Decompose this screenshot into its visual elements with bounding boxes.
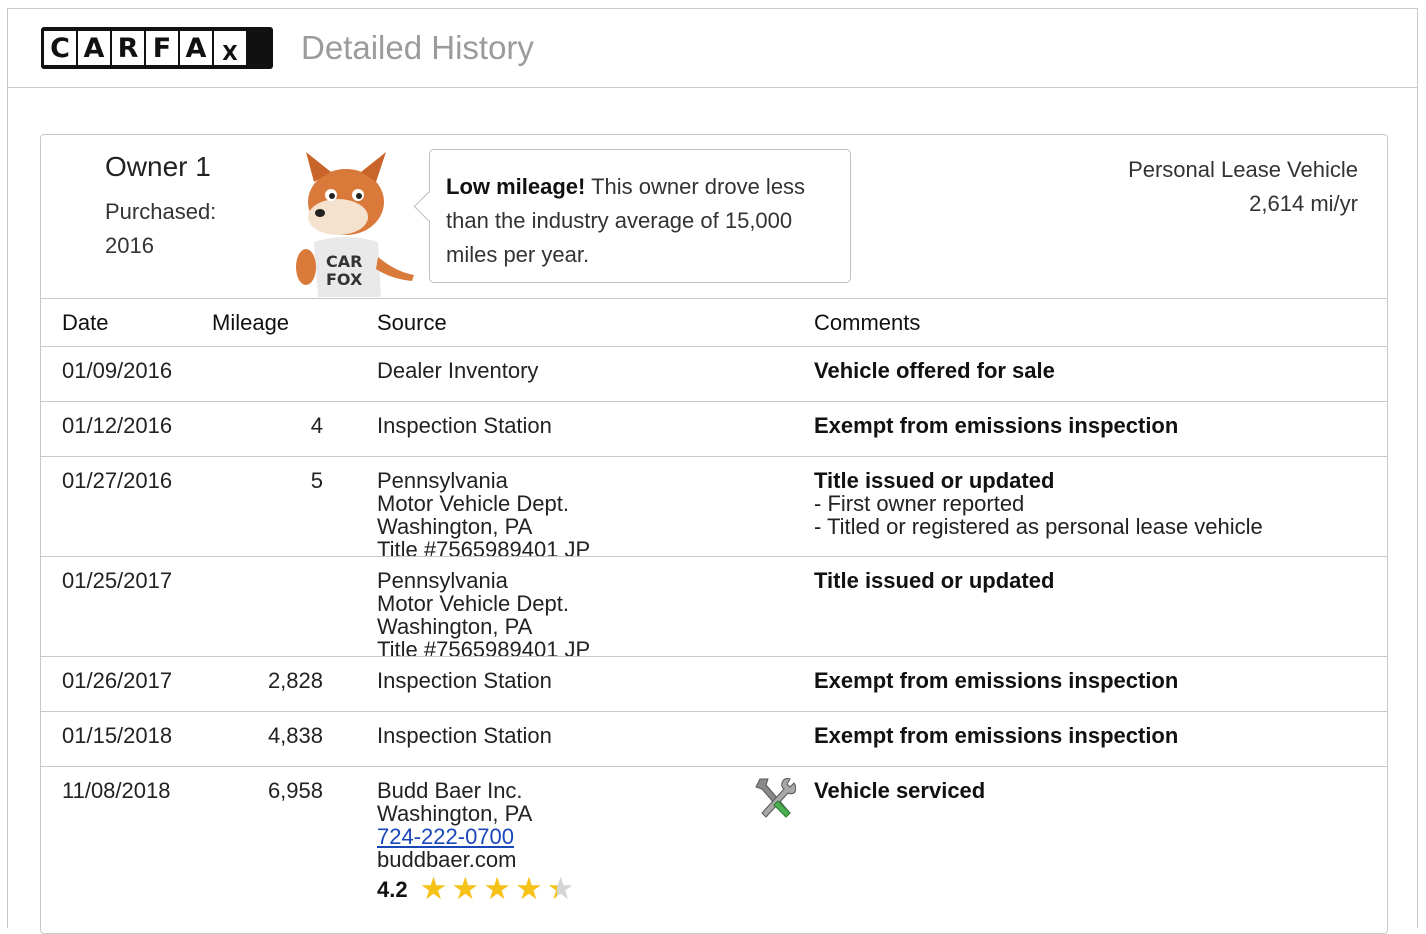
owner-title: Owner 1 bbox=[105, 151, 211, 182]
row-comments: Vehicle offered for sale bbox=[814, 359, 1055, 382]
row-mileage: 2,828 bbox=[267, 668, 323, 693]
source-line: Pennsylvania bbox=[377, 568, 508, 593]
purchased-year: 2016 bbox=[105, 233, 154, 258]
source-line: Washington, PA bbox=[377, 614, 533, 639]
logo-letter: X bbox=[214, 31, 246, 65]
source-line: Dealer Inventory bbox=[377, 358, 539, 383]
source-line: Motor Vehicle Dept. bbox=[377, 591, 569, 616]
star-icon: ★ bbox=[514, 871, 543, 906]
table-row: 11/08/2018 6,958 Budd Baer Inc. Washingt… bbox=[41, 766, 1387, 907]
row-date: 11/08/2018 bbox=[62, 778, 171, 803]
table-row: 01/12/2016 4 Inspection Station Exempt f… bbox=[41, 401, 1387, 456]
header-comments: Comments bbox=[814, 310, 921, 335]
row-source: Inspection Station bbox=[377, 724, 552, 747]
source-line: Washington, PA bbox=[377, 801, 533, 826]
row-source: Inspection Station bbox=[377, 414, 552, 437]
history-table: Date Mileage Source Comments 01/09/2016 … bbox=[41, 298, 1387, 907]
table-row: 01/27/2016 5 Pennsylvania Motor Vehicle … bbox=[41, 456, 1387, 561]
row-source: Inspection Station bbox=[377, 669, 552, 692]
table-row: 01/15/2018 4,838 Inspection Station Exem… bbox=[41, 711, 1387, 766]
row-date: 01/12/2016 bbox=[62, 413, 173, 438]
row-mileage: 4,838 bbox=[267, 723, 323, 748]
source-line: Inspection Station bbox=[377, 668, 552, 693]
source-line: Pennsylvania bbox=[377, 468, 508, 493]
partial-star-icon: ★ bbox=[546, 871, 575, 906]
carfax-logo[interactable]: C A R F A X bbox=[41, 27, 273, 69]
row-date: 01/09/2016 bbox=[62, 358, 173, 383]
row-mileage: 5 bbox=[310, 468, 323, 493]
logo-letter: A bbox=[78, 31, 110, 65]
service-tools-icon bbox=[755, 778, 796, 818]
purchased-label: Purchased: bbox=[105, 199, 217, 224]
row-source: Dealer Inventory bbox=[377, 359, 538, 382]
table-row: 01/25/2017 Pennsylvania Motor Vehicle De… bbox=[41, 556, 1387, 661]
row-mileage: 6,958 bbox=[267, 778, 323, 803]
table-row: 01/09/2016 Dealer Inventory Vehicle offe… bbox=[41, 346, 1387, 401]
row-date: 01/25/2017 bbox=[62, 568, 173, 593]
logo-letter: F bbox=[146, 31, 178, 65]
report-header: C A R F A X Detailed History bbox=[8, 9, 1417, 88]
star-icon: ★ bbox=[451, 871, 480, 906]
row-source: Budd Baer Inc. Washington, PA 724-222-07… bbox=[377, 778, 575, 906]
row-date: 01/15/2018 bbox=[62, 723, 173, 748]
comment-title: Title issued or updated bbox=[814, 568, 1055, 593]
row-source: Pennsylvania Motor Vehicle Dept. Washing… bbox=[377, 569, 590, 661]
dealer-phone-link[interactable]: 724-222-0700 bbox=[377, 825, 575, 848]
comment-title: Title issued or updated bbox=[814, 468, 1055, 493]
dealer-website: buddbaer.com bbox=[377, 847, 517, 872]
report-frame: C A R F A X Detailed History Owner 1 Pur… bbox=[7, 8, 1418, 934]
logo-letter: R bbox=[112, 31, 144, 65]
rating-value: 4.2 bbox=[377, 876, 408, 902]
row-mileage: 4 bbox=[310, 413, 323, 438]
comment-title: Exempt from emissions inspection bbox=[814, 413, 1179, 438]
row-comments: Vehicle serviced bbox=[814, 779, 985, 802]
comment-title: Exempt from emissions inspection bbox=[814, 668, 1179, 693]
vehicle-type: Personal Lease Vehicle bbox=[1128, 157, 1358, 182]
header-date: Date bbox=[62, 310, 109, 335]
row-comments: Title issued or updated bbox=[814, 569, 1054, 592]
row-comments: Exempt from emissions inspection bbox=[814, 414, 1178, 437]
owner-summary: Personal Lease Vehicle 2,614 mi/yr bbox=[1128, 153, 1358, 221]
source-line: Washington, PA bbox=[377, 514, 533, 539]
comment-line: - First owner reported bbox=[814, 491, 1025, 516]
low-mileage-callout: Low mileage! This owner drove less than … bbox=[429, 149, 851, 283]
row-date: 01/26/2017 bbox=[62, 668, 173, 693]
callout-bold: Low mileage! bbox=[446, 174, 586, 199]
logo-letter: C bbox=[44, 31, 76, 65]
table-header-row: Date Mileage Source Comments bbox=[41, 298, 1387, 346]
source-line: Inspection Station bbox=[377, 413, 552, 438]
svg-text:FOX: FOX bbox=[326, 270, 363, 289]
row-source: Pennsylvania Motor Vehicle Dept. Washing… bbox=[377, 469, 590, 561]
page-title: Detailed History bbox=[301, 29, 534, 66]
comment-title: Vehicle offered for sale bbox=[814, 358, 1055, 383]
owner-card: Owner 1 Purchased: 2016 CAR FOX Low mile… bbox=[40, 134, 1388, 934]
source-line: Budd Baer Inc. bbox=[377, 778, 523, 803]
row-comments: Exempt from emissions inspection bbox=[814, 724, 1178, 747]
comment-title: Vehicle serviced bbox=[814, 778, 986, 803]
source-line: Motor Vehicle Dept. bbox=[377, 491, 569, 516]
table-row: 01/26/2017 2,828 Inspection Station Exem… bbox=[41, 656, 1387, 711]
star-icon: ★ bbox=[419, 871, 448, 906]
carfox-mascot-icon: CAR FOX bbox=[296, 152, 414, 297]
logo-letter: A bbox=[180, 31, 212, 65]
comment-title: Exempt from emissions inspection bbox=[814, 723, 1179, 748]
row-comments: Exempt from emissions inspection bbox=[814, 669, 1178, 692]
header-source: Source bbox=[377, 310, 447, 335]
miles-per-year: 2,614 mi/yr bbox=[1249, 191, 1358, 216]
header-mileage: Mileage bbox=[212, 310, 290, 335]
source-line: Inspection Station bbox=[377, 723, 552, 748]
row-date: 01/27/2016 bbox=[62, 468, 173, 493]
owner-purchased: Purchased: 2016 bbox=[105, 195, 216, 263]
row-comments: Title issued or updated - First owner re… bbox=[814, 469, 1263, 538]
star-icon: ★ bbox=[483, 871, 511, 906]
svg-text:CAR: CAR bbox=[326, 252, 362, 271]
comment-line: - Titled or registered as personal lease… bbox=[814, 514, 1263, 539]
dealer-rating[interactable]: 4.2 ★ ★ ★ ★ ★ bbox=[377, 871, 575, 906]
